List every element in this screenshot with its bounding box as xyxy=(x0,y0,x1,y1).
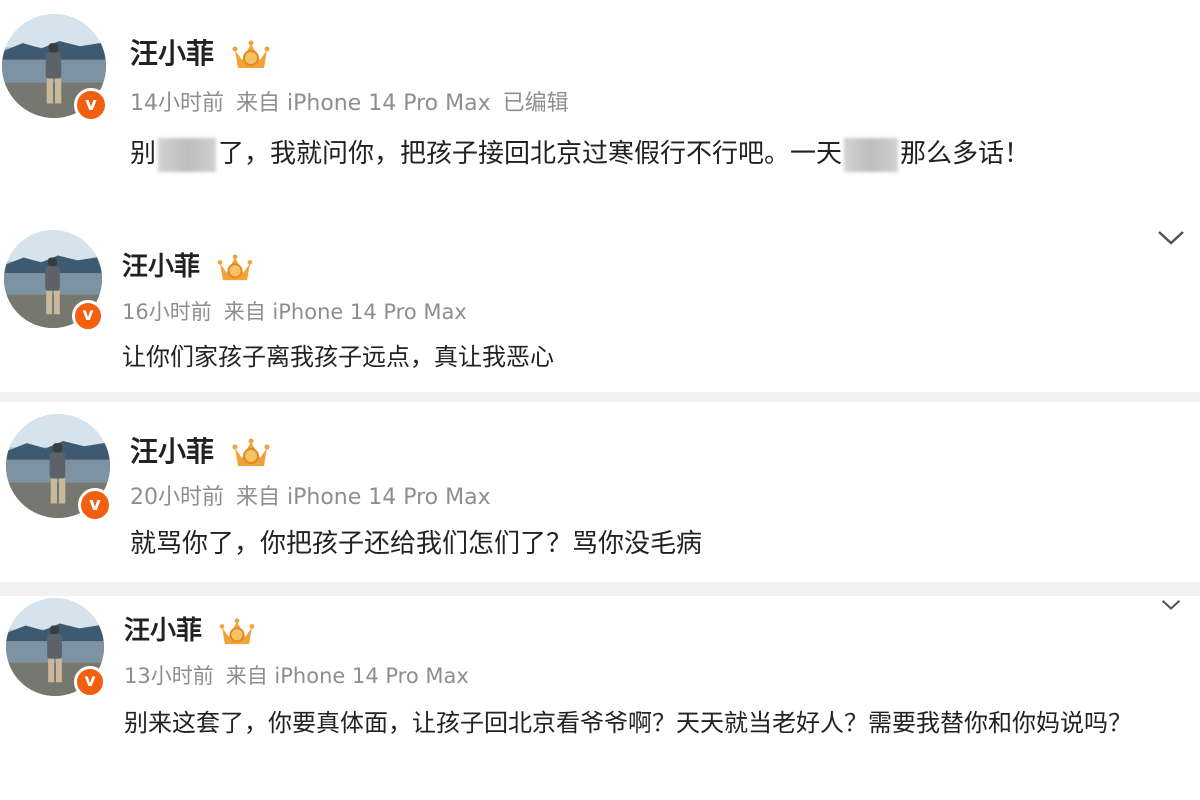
post-card: v 汪小菲 20小时前 来自 iPhone 14 Pro Max 就骂你了，你把孩… xyxy=(0,402,1200,582)
author-name[interactable]: 汪小菲 xyxy=(130,434,270,470)
post-text-part: 别 xyxy=(130,139,157,169)
author-name-text[interactable]: 汪小菲 xyxy=(122,252,200,282)
blurred-redaction xyxy=(158,137,217,172)
crown-medal-icon xyxy=(219,617,255,644)
verified-badge-icon: v xyxy=(74,88,108,122)
post-divider xyxy=(0,582,1200,596)
author-name[interactable]: 汪小菲 xyxy=(130,36,270,72)
post-source: 来自 iPhone 14 Pro Max xyxy=(223,300,467,324)
author-name-text[interactable]: 汪小菲 xyxy=(130,435,214,468)
author-name[interactable]: 汪小菲 xyxy=(122,250,253,284)
chevron-down-icon[interactable] xyxy=(1160,598,1182,612)
chevron-down-icon[interactable] xyxy=(1156,228,1186,248)
verified-badge-icon: v xyxy=(72,300,104,332)
verified-badge-icon: v xyxy=(74,666,106,698)
author-name-text[interactable]: 汪小菲 xyxy=(130,37,214,70)
crown-medal-icon xyxy=(217,253,253,280)
post-meta: 16小时前 来自 iPhone 14 Pro Max xyxy=(122,298,467,326)
verified-badge-icon: v xyxy=(78,488,112,522)
post-meta: 13小时前 来自 iPhone 14 Pro Max xyxy=(124,662,469,690)
avatar[interactable]: v xyxy=(4,230,104,332)
crown-medal-icon xyxy=(232,40,270,68)
post-time[interactable]: 20小时前 xyxy=(130,485,224,510)
post-time[interactable]: 16小时前 xyxy=(122,300,212,324)
post-text-content: 别来这套了，你要真体面，让孩子回北京看爷爷啊？天天就当老好人？需要我替你和你妈说… xyxy=(124,709,1132,737)
post-time[interactable]: 14小时前 xyxy=(130,91,224,116)
crown-medal-icon xyxy=(232,438,270,466)
author-name[interactable]: 汪小菲 xyxy=(124,614,255,648)
author-name-text[interactable]: 汪小菲 xyxy=(124,616,202,646)
weibo-feed: v 汪小菲 14小时前 来自 iPhone 14 Pro Max 已编辑 别了，我就… xyxy=(0,0,1200,800)
post-card: v 汪小菲 16小时前 来自 iPhone 14 Pro Max 让你们家孩子离我… xyxy=(0,200,1200,392)
post-source: 来自 iPhone 14 Pro Max xyxy=(225,664,469,688)
post-time[interactable]: 13小时前 xyxy=(124,664,214,688)
post-meta: 20小时前 来自 iPhone 14 Pro Max xyxy=(130,484,491,512)
post-source: 来自 iPhone 14 Pro Max xyxy=(236,485,491,510)
post-card: v 汪小菲 13小时前 来自 iPhone 14 Pro Max 别来这套了，你要… xyxy=(0,596,1200,800)
post-meta: 14小时前 来自 iPhone 14 Pro Max 已编辑 xyxy=(130,90,569,118)
post-text: 别 了，我就问你，把孩子接回北京过寒假行不行吧。一天 那么多话！ xyxy=(130,136,1030,172)
edited-tag[interactable]: 已编辑 xyxy=(503,91,569,116)
post-divider xyxy=(0,392,1200,402)
avatar[interactable]: v xyxy=(2,14,108,122)
blurred-redaction xyxy=(844,137,899,172)
post-text: 别来这套了，你要真体面，让孩子回北京看爷爷啊？天天就当老好人？需要我替你和你妈说… xyxy=(124,702,1184,744)
post-text-content: 让你们家孩子离我孩子远点，真让我恶心 xyxy=(122,343,554,371)
post-card: v 汪小菲 14小时前 来自 iPhone 14 Pro Max 已编辑 别 了，我就… xyxy=(0,0,1200,200)
avatar[interactable]: v xyxy=(6,598,106,698)
post-text-content: 就骂你了，你把孩子还给我们怎们了？骂你没毛病 xyxy=(130,529,703,559)
avatar[interactable]: v xyxy=(6,414,112,522)
post-text-part: 那么多话！ xyxy=(900,139,1031,169)
post-text: 让你们家孩子离我孩子远点，真让我恶心 xyxy=(122,340,554,374)
post-text: 就骂你了，你把孩子还给我们怎们了？骂你没毛病 xyxy=(130,526,702,562)
post-text-part: 了，我就问你，把孩子接回北京过寒假行不行吧。一天 xyxy=(218,139,843,169)
post-source: 来自 iPhone 14 Pro Max xyxy=(236,91,491,116)
